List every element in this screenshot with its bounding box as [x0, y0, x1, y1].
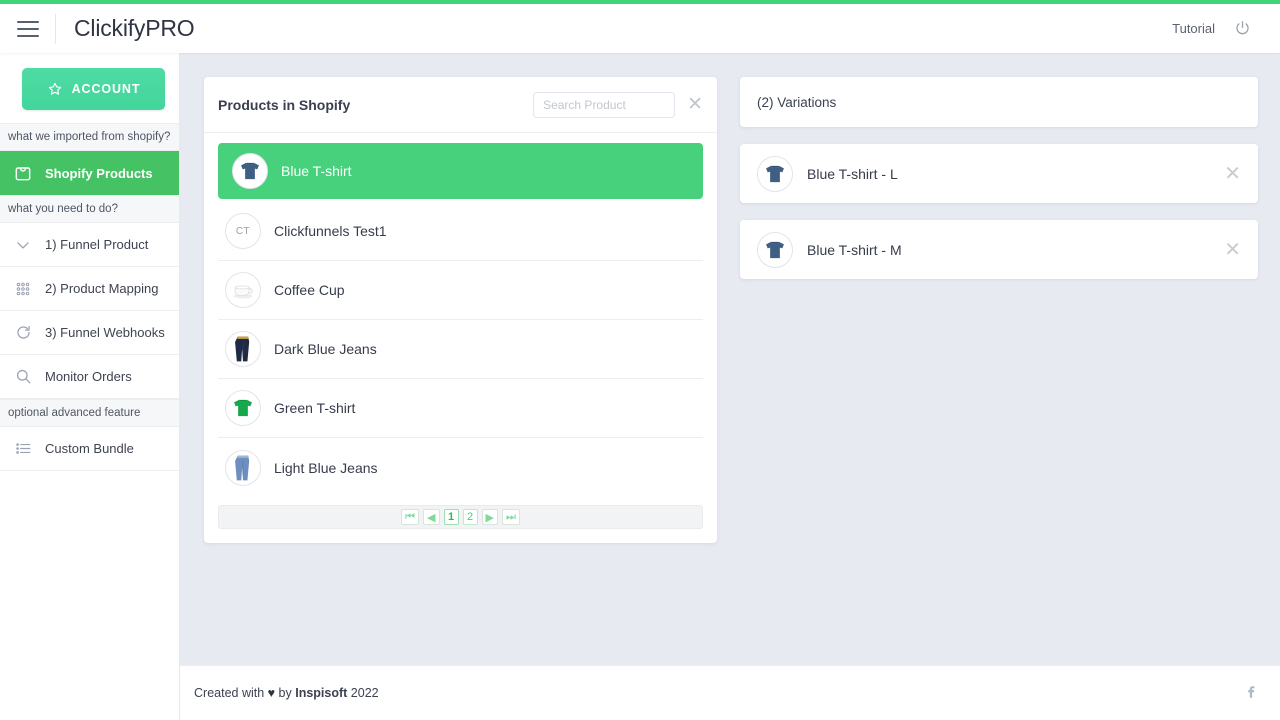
green-tshirt-thumbnail: [225, 390, 261, 426]
variation-row-blue-tshirt-m[interactable]: Blue T-shirt - M ✕: [740, 220, 1258, 279]
sidebar-item-label: Monitor Orders: [45, 369, 132, 384]
header-divider: [55, 13, 56, 44]
pagination-page-1[interactable]: 1: [443, 509, 459, 525]
footer-company: Inspisoft: [295, 686, 348, 700]
sidebar-item-label: Shopify Products: [45, 165, 153, 181]
footer-prefix: Created with: [194, 686, 268, 700]
heart-icon: ♥: [267, 686, 276, 700]
sidebar-section-header-todo: what you need to do?: [0, 195, 179, 223]
page-title: Products in Shopify: [218, 96, 351, 113]
product-name: Coffee Cup: [274, 282, 345, 298]
sidebar-item-label: 2) Product Mapping: [45, 281, 159, 296]
sidebar-item-funnel-webhooks[interactable]: 3) Funnel Webhooks: [0, 311, 179, 355]
sidebar-item-label: 1) Funnel Product: [45, 237, 149, 252]
sidebar-item-label: Custom Bundle: [45, 441, 134, 456]
sidebar-section-header-imported: what we imported from shopify?: [0, 123, 179, 151]
variation-row-blue-tshirt-l[interactable]: Blue T-shirt - L ✕: [740, 144, 1258, 203]
sidebar-item-funnel-product[interactable]: 1) Funnel Product: [0, 223, 179, 267]
clear-search-icon[interactable]: ✕: [687, 95, 703, 114]
products-panel: Products in Shopify ✕ Blue T-shirt: [204, 77, 717, 543]
power-icon[interactable]: [1233, 19, 1252, 38]
footer-year: 2022: [347, 686, 379, 700]
app-footer: Created with ♥ by Inspisoft 2022: [180, 665, 1280, 720]
search-input[interactable]: [533, 91, 676, 118]
search-icon: [12, 366, 34, 388]
blue-tshirt-thumbnail: [757, 155, 793, 192]
pagination-last[interactable]: ⏭: [501, 509, 520, 525]
header-actions: Tutorial: [1172, 19, 1252, 38]
product-name: Clickfunnels Test1: [274, 223, 387, 239]
facebook-icon[interactable]: [1242, 682, 1260, 705]
shopping-bag-icon: [12, 162, 34, 184]
brand-logo: ClickifyPRO: [74, 15, 195, 41]
product-list-item-green-tshirt[interactable]: Green T-shirt: [218, 379, 703, 438]
sidebar-item-shopify-products[interactable]: Shopify Products: [0, 151, 179, 195]
refresh-icon: [12, 322, 34, 344]
sidebar-item-custom-bundle[interactable]: Custom Bundle: [0, 427, 179, 471]
pagination: ⏮ ◀ 1 2 ▶ ⏭: [218, 505, 703, 529]
product-list-item-blue-tshirt[interactable]: Blue T-shirt: [218, 143, 703, 199]
product-list-item-dark-blue-jeans[interactable]: Dark Blue Jeans: [218, 320, 703, 379]
pagination-first[interactable]: ⏮: [401, 509, 420, 525]
app-root: ClickifyPRO Tutorial ACCOUNT what we imp…: [0, 0, 1280, 720]
product-name: Green T-shirt: [274, 400, 356, 416]
product-list-item-coffee-cup[interactable]: Coffee Cup: [218, 261, 703, 320]
product-initials-thumbnail: CT: [225, 213, 261, 249]
list-icon: [12, 438, 34, 460]
footer-middle: by: [275, 686, 296, 700]
light-jeans-thumbnail: [225, 449, 261, 486]
variation-name: Blue T-shirt - L: [807, 165, 898, 182]
sidebar-item-label: 3) Funnel Webhooks: [45, 325, 165, 340]
products-panel-controls: ✕: [533, 91, 703, 118]
blue-tshirt-thumbnail: [232, 153, 268, 189]
chevron-down-icon: [12, 234, 34, 256]
account-button-label: ACCOUNT: [71, 82, 141, 96]
blue-tshirt-thumbnail: [757, 231, 793, 268]
pagination-wrapper: ⏮ ◀ 1 2 ▶ ⏭: [204, 497, 717, 543]
variations-panel-header: (2) Variations: [740, 77, 1258, 127]
product-name: Light Blue Jeans: [274, 459, 378, 476]
product-list-item-clickfunnels-test1[interactable]: CT Clickfunnels Test1: [218, 202, 703, 261]
remove-variation-icon[interactable]: ✕: [1224, 240, 1241, 260]
tutorial-link[interactable]: Tutorial: [1172, 21, 1215, 36]
variation-name: Blue T-shirt - M: [807, 241, 902, 258]
product-list: Blue T-shirt CT Clickfunnels Test1 Coffe…: [204, 133, 717, 497]
sidebar-item-product-mapping[interactable]: 2) Product Mapping: [0, 267, 179, 311]
pagination-next[interactable]: ▶: [481, 509, 498, 525]
pagination-prev[interactable]: ◀: [423, 509, 440, 525]
app-header: ClickifyPRO Tutorial: [0, 4, 1280, 53]
product-list-item-light-blue-jeans[interactable]: Light Blue Jeans: [218, 438, 703, 497]
sidebar-section-header-optional: optional advanced feature: [0, 399, 179, 427]
dark-jeans-thumbnail: [225, 331, 261, 367]
coffee-cup-thumbnail: [225, 272, 261, 308]
star-icon: [48, 82, 61, 95]
account-button[interactable]: ACCOUNT: [22, 68, 165, 110]
product-name: Blue T-shirt: [281, 163, 352, 179]
main-content: Products in Shopify ✕ Blue T-shirt: [180, 53, 1280, 665]
sidebar: ACCOUNT what we imported from shopify? S…: [0, 53, 180, 720]
footer-credit: Created with ♥ by Inspisoft 2022: [194, 686, 379, 700]
remove-variation-icon[interactable]: ✕: [1224, 164, 1241, 184]
sidebar-item-monitor-orders[interactable]: Monitor Orders: [0, 355, 179, 399]
products-panel-header: Products in Shopify ✕: [204, 77, 717, 133]
grid-dots-icon: [12, 278, 34, 300]
pagination-page-2[interactable]: 2: [462, 509, 478, 525]
hamburger-icon[interactable]: [17, 20, 39, 37]
product-name: Dark Blue Jeans: [274, 341, 377, 357]
variations-column: (2) Variations Blue T-shirt - L ✕ Blue T…: [740, 77, 1258, 279]
